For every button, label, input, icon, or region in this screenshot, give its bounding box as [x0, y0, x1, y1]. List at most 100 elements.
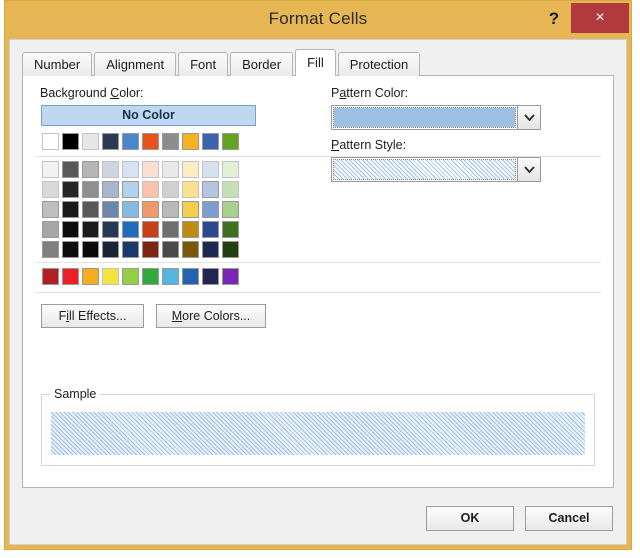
color-swatch-variant-2-5[interactable] — [142, 201, 159, 218]
color-swatch-variant-0-1[interactable] — [62, 161, 79, 178]
pattern-color-dropdown[interactable] — [331, 105, 541, 130]
color-swatch-variant-0-0[interactable] — [42, 161, 59, 178]
color-swatch-theme-3[interactable] — [102, 133, 119, 150]
close-button[interactable]: × — [571, 3, 629, 33]
ok-button[interactable]: OK — [426, 506, 514, 531]
color-swatch-variant-2-4[interactable] — [122, 201, 139, 218]
color-swatch-standard-6[interactable] — [162, 268, 179, 285]
tab-fill[interactable]: Fill — [295, 49, 336, 76]
color-swatch-theme-6[interactable] — [162, 133, 179, 150]
color-swatch-variant-2-1[interactable] — [62, 201, 79, 218]
color-swatch-theme-1[interactable] — [62, 133, 79, 150]
color-swatch-variant-4-2[interactable] — [82, 241, 99, 258]
color-swatch-variant-3-7[interactable] — [182, 221, 199, 238]
color-swatch-variant-4-5[interactable] — [142, 241, 159, 258]
color-swatch-standard-1[interactable] — [62, 268, 79, 285]
color-swatch-standard-8[interactable] — [202, 268, 219, 285]
color-swatch-variant-4-7[interactable] — [182, 241, 199, 258]
palette-divider-bottom — [35, 262, 601, 263]
color-swatch-variant-3-6[interactable] — [162, 221, 179, 238]
color-swatch-standard-2[interactable] — [82, 268, 99, 285]
standard-color-row — [42, 268, 239, 285]
color-swatch-variant-3-1[interactable] — [62, 221, 79, 238]
color-swatch-standard-3[interactable] — [102, 268, 119, 285]
color-swatch-variant-2-8[interactable] — [202, 201, 219, 218]
no-color-button[interactable]: No Color — [41, 105, 256, 126]
theme-color-variant-grid — [42, 161, 239, 261]
color-swatch-variant-4-3[interactable] — [102, 241, 119, 258]
color-swatch-variant-3-3[interactable] — [102, 221, 119, 238]
color-swatch-standard-4[interactable] — [122, 268, 139, 285]
color-swatch-variant-1-7[interactable] — [182, 181, 199, 198]
color-swatch-theme-9[interactable] — [222, 133, 239, 150]
pattern-style-dropdown[interactable] — [331, 157, 541, 182]
palette-divider-standard — [35, 292, 601, 293]
chevron-down-icon[interactable] — [518, 105, 541, 130]
help-button[interactable]: ? — [543, 6, 565, 32]
chevron-down-icon[interactable] — [518, 157, 541, 182]
color-swatch-variant-4-0[interactable] — [42, 241, 59, 258]
color-swatch-variant-0-9[interactable] — [222, 161, 239, 178]
color-swatch-variant-2-3[interactable] — [102, 201, 119, 218]
cancel-button[interactable]: Cancel — [525, 506, 613, 531]
color-swatch-variant-0-7[interactable] — [182, 161, 199, 178]
color-swatch-variant-4-9[interactable] — [222, 241, 239, 258]
more-colors-button[interactable]: More Colors... — [156, 304, 266, 328]
tab-font[interactable]: Font — [178, 52, 228, 76]
color-swatch-variant-1-8[interactable] — [202, 181, 219, 198]
color-swatch-variant-1-9[interactable] — [222, 181, 239, 198]
pattern-color-swatch — [331, 105, 518, 130]
color-swatch-variant-1-6[interactable] — [162, 181, 179, 198]
color-swatch-variant-3-5[interactable] — [142, 221, 159, 238]
color-swatch-variant-0-8[interactable] — [202, 161, 219, 178]
tab-alignment[interactable]: Alignment — [94, 52, 176, 76]
color-swatch-theme-8[interactable] — [202, 133, 219, 150]
color-swatch-variant-2-0[interactable] — [42, 201, 59, 218]
color-swatch-variant-1-3[interactable] — [102, 181, 119, 198]
color-swatch-variant-2-9[interactable] — [222, 201, 239, 218]
color-swatch-variant-4-6[interactable] — [162, 241, 179, 258]
tab-protection[interactable]: Protection — [338, 52, 421, 76]
pattern-style-label: Pattern Style: — [331, 138, 406, 152]
color-swatch-variant-0-3[interactable] — [102, 161, 119, 178]
color-swatch-theme-7[interactable] — [182, 133, 199, 150]
background-color-label: Background Color: — [40, 86, 144, 100]
color-swatch-variant-1-2[interactable] — [82, 181, 99, 198]
color-swatch-variant-2-7[interactable] — [182, 201, 199, 218]
color-swatch-variant-3-4[interactable] — [122, 221, 139, 238]
page-title: Format Cells — [5, 9, 631, 29]
color-swatch-variant-4-4[interactable] — [122, 241, 139, 258]
color-swatch-standard-0[interactable] — [42, 268, 59, 285]
dialog-client-area: Number Alignment Font Border Fill Protec… — [9, 39, 627, 545]
tab-number[interactable]: Number — [22, 52, 92, 76]
color-swatch-standard-5[interactable] — [142, 268, 159, 285]
color-swatch-standard-7[interactable] — [182, 268, 199, 285]
color-swatch-variant-1-0[interactable] — [42, 181, 59, 198]
color-swatch-variant-4-8[interactable] — [202, 241, 219, 258]
color-swatch-variant-3-2[interactable] — [82, 221, 99, 238]
color-swatch-variant-2-6[interactable] — [162, 201, 179, 218]
color-swatch-variant-1-1[interactable] — [62, 181, 79, 198]
color-swatch-theme-4[interactable] — [122, 133, 139, 150]
color-swatch-standard-9[interactable] — [222, 268, 239, 285]
color-swatch-theme-5[interactable] — [142, 133, 159, 150]
color-swatch-variant-0-5[interactable] — [142, 161, 159, 178]
pattern-color-label: Pattern Color: — [331, 86, 408, 100]
color-swatch-variant-3-0[interactable] — [42, 221, 59, 238]
color-swatch-variant-0-6[interactable] — [162, 161, 179, 178]
color-swatch-variant-3-9[interactable] — [222, 221, 239, 238]
color-swatch-variant-1-5[interactable] — [142, 181, 159, 198]
color-swatch-variant-1-4[interactable] — [122, 181, 139, 198]
tab-border[interactable]: Border — [230, 52, 293, 76]
color-swatch-variant-2-2[interactable] — [82, 201, 99, 218]
sample-group-box: Sample — [41, 394, 595, 466]
color-swatch-variant-3-8[interactable] — [202, 221, 219, 238]
fill-effects-button[interactable]: Fill Effects... — [41, 304, 144, 328]
color-swatch-theme-2[interactable] — [82, 133, 99, 150]
color-swatch-variant-0-2[interactable] — [82, 161, 99, 178]
theme-color-base-row — [42, 133, 239, 150]
color-swatch-variant-0-4[interactable] — [122, 161, 139, 178]
color-swatch-theme-0[interactable] — [42, 133, 59, 150]
theme-variant-row — [42, 181, 239, 198]
color-swatch-variant-4-1[interactable] — [62, 241, 79, 258]
